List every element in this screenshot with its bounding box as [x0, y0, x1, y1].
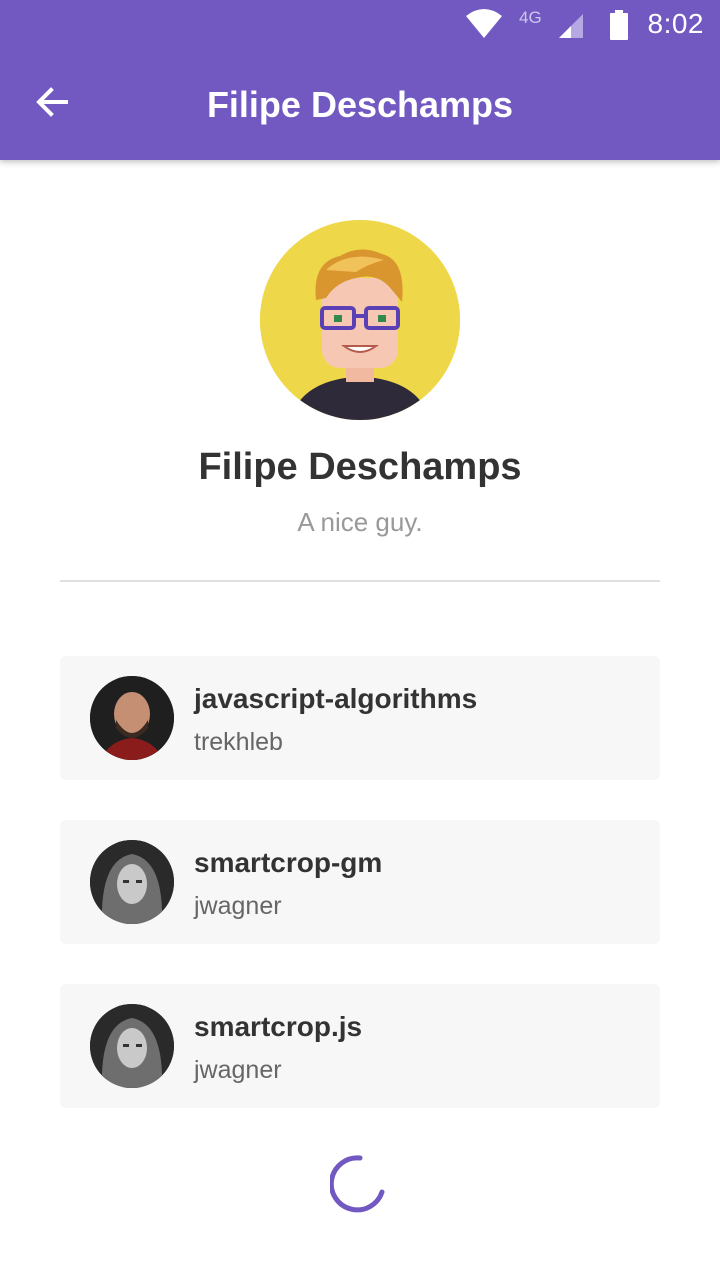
repository-card[interactable]: smartcrop.js jwagner	[60, 984, 660, 1108]
repository-owner: jwagner	[194, 1056, 282, 1084]
status-time: 8:02	[647, 8, 704, 39]
status-bar: 4G 8:02	[0, 0, 720, 50]
owner-avatar	[90, 1004, 174, 1088]
signal-icon	[557, 12, 585, 45]
profile-avatar	[260, 220, 460, 420]
repository-name: smartcrop-gm	[194, 847, 383, 878]
repository-name: javascript-algorithms	[194, 683, 478, 714]
network-type-label: 4G	[519, 8, 542, 27]
owner-avatar	[90, 676, 174, 760]
profile-name: Filipe Deschamps	[198, 446, 522, 488]
wifi-icon	[464, 8, 504, 45]
toolbar-title: Filipe Deschamps	[206, 84, 514, 125]
repository-owner: trekhleb	[194, 728, 283, 756]
owner-avatar	[90, 840, 174, 924]
repository-owner: jwagner	[194, 892, 282, 920]
app-bar: 4G 8:02 Filipe Deschamps	[0, 0, 720, 160]
divider	[60, 580, 660, 582]
repository-list: javascript-algorithms trekhleb smartcrop…	[60, 656, 660, 1148]
repository-name: smartcrop.js	[194, 1011, 363, 1042]
profile-bio: A nice guy.	[297, 507, 423, 537]
repository-card[interactable]: smartcrop-gm jwagner	[60, 820, 660, 944]
battery-icon	[610, 10, 628, 45]
loading-spinner-icon	[328, 1154, 390, 1214]
repository-card[interactable]: javascript-algorithms trekhleb	[60, 656, 660, 780]
